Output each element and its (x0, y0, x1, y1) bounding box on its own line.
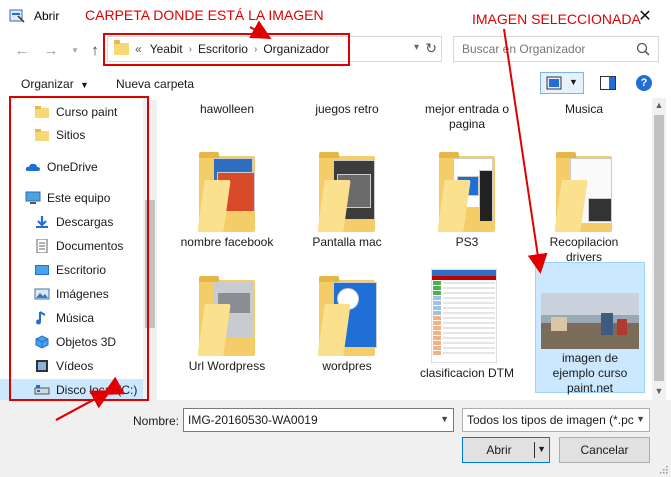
file-name: nombre facebook (180, 235, 274, 249)
folder-thumbnail (435, 150, 499, 234)
image-item-selected[interactable]: imagen de ejemplo curso paint.net (535, 262, 645, 395)
image-thumbnail (541, 293, 639, 349)
open-label: Abrir (486, 443, 512, 457)
arrow-right-icon: → (43, 41, 59, 59)
annotation-address-box (103, 33, 350, 66)
file-name: imagen de ejemplo curso paint.net (552, 351, 628, 395)
chevron-down-icon: ▼ (634, 414, 645, 424)
folder-thumbnail (195, 150, 259, 234)
folder-thumbnail (315, 274, 379, 358)
scroll-up-icon[interactable]: ▲ (654, 100, 664, 110)
help-icon[interactable]: ? (636, 75, 652, 91)
refresh-icon[interactable]: ↻ (425, 40, 437, 57)
folder-item-wordpres[interactable]: wordpres (293, 266, 401, 390)
file-name: hawolleen (199, 102, 255, 116)
file-item[interactable]: juegos retro (293, 100, 401, 134)
folder-item-nombre-facebook[interactable]: nombre facebook (173, 142, 281, 266)
open-button[interactable]: Abrir ▼ (462, 437, 550, 463)
folder-item-recopilacion-drivers[interactable]: Recopilacion drivers (530, 142, 638, 266)
annotation-nav-pane-box (9, 96, 149, 401)
split-divider (534, 442, 535, 458)
file-type-select[interactable]: Todos los tipos de imagen (*.pc ▼ (462, 408, 650, 432)
preview-pane-icon[interactable] (600, 76, 616, 90)
recent-locations-button[interactable]: ▾ (66, 41, 84, 59)
back-button[interactable]: ← (13, 41, 31, 59)
file-name: mejor entrada o pagina (424, 102, 510, 131)
window-title: Abrir (34, 9, 60, 23)
image-thumbnail (431, 269, 497, 363)
chevron-down-icon: ▼ (569, 77, 578, 87)
search-input[interactable]: Buscar en Organizador (453, 36, 659, 62)
file-type-value: Todos los tipos de imagen (*.pc (467, 413, 634, 427)
change-view-button[interactable]: ▼ (540, 72, 584, 94)
folder-thumbnail (552, 150, 616, 234)
organize-label: Organizar (21, 77, 74, 91)
arrow-up-icon: ↑ (91, 41, 99, 59)
file-item[interactable]: mejor entrada o pagina (413, 100, 521, 134)
file-item[interactable]: hawolleen (173, 100, 281, 134)
file-name-input[interactable]: IMG-20160530-WA0019 ▼ (183, 408, 454, 432)
file-name: Url Wordpress (188, 359, 266, 373)
annotation-selected-note: IMAGEN SELECCIONADA (472, 11, 641, 27)
chevron-down-icon[interactable]: ▼ (440, 414, 449, 424)
up-button[interactable]: ↑ (86, 41, 104, 59)
organize-button[interactable]: Organizar ▼ (21, 77, 89, 91)
file-name: PS3 (455, 235, 479, 249)
file-name: wordpres (322, 359, 372, 373)
file-name-value: IMG-20160530-WA0019 (188, 413, 318, 427)
folder-thumbnail (315, 150, 379, 234)
file-list-scrollbar-thumb[interactable] (654, 115, 664, 381)
cancel-button[interactable]: Cancelar (559, 437, 650, 463)
annotation-folder-note: CARPETA DONDE ESTÁ LA IMAGEN (85, 7, 324, 23)
file-name: Pantalla mac (312, 235, 382, 249)
search-placeholder: Buscar en Organizador (462, 42, 586, 56)
folder-thumbnail (195, 274, 259, 358)
folder-item-url-wordpress[interactable]: Url Wordpress (173, 266, 281, 390)
resize-grip-icon[interactable] (658, 464, 668, 474)
folder-item-ps3[interactable]: PS3 (413, 142, 521, 266)
app-icon (9, 9, 25, 23)
file-item[interactable]: Musica (530, 100, 638, 134)
chevron-down-icon: ▾ (72, 44, 78, 55)
image-item-clasificacion-dtm[interactable]: clasificacion DTM (413, 266, 521, 390)
new-folder-button[interactable]: Nueva carpeta (116, 77, 194, 91)
forward-button[interactable]: → (42, 41, 60, 59)
folder-item-pantalla-mac[interactable]: Pantalla mac (293, 142, 401, 266)
arrow-left-icon: ← (14, 41, 30, 59)
chevron-down-icon[interactable]: ▼ (537, 444, 546, 454)
file-name: juegos retro (315, 102, 379, 116)
file-list: hawolleen juegos retro mejor entrada o p… (163, 98, 660, 400)
address-history-chevron-icon[interactable]: ▾ (414, 42, 419, 53)
scroll-down-icon[interactable]: ▼ (654, 386, 664, 396)
file-name: Recopilacion drivers (549, 235, 619, 264)
search-icon (636, 42, 650, 56)
file-name: clasificacion DTM (419, 366, 515, 380)
file-name: Musica (564, 102, 603, 116)
chevron-down-icon: ▼ (80, 80, 89, 90)
file-name-label: Nombre: (133, 414, 180, 428)
large-icons-view-icon (546, 76, 562, 90)
